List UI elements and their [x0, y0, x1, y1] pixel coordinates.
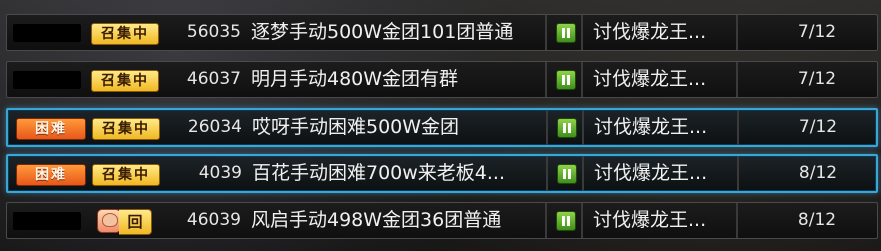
return-player-icon	[97, 209, 121, 233]
team-name: 明月手动480W金团有群	[251, 68, 459, 90]
team-row-selected[interactable]: 困难 召集中 4039 百花手动困难700w来老板4... 讨伐爆龙王... 8…	[6, 154, 878, 193]
return-label: 回	[119, 209, 152, 235]
member-count: 7/12	[797, 22, 837, 42]
column-separator	[545, 15, 547, 50]
team-name: 逐梦手动500W金团101团普通	[251, 21, 514, 43]
column-separator	[736, 203, 738, 238]
quest-name: 讨伐爆龙王...	[593, 21, 707, 43]
team-name: 百花手动困难700w来老板4...	[252, 162, 506, 184]
team-row-selected[interactable]: 困难 召集中 26034 哎呀手动困难500W金团 讨伐爆龙王... 7/12	[6, 108, 878, 147]
team-row[interactable]: 召集中 56035 逐梦手动500W金团101团普通 讨伐爆龙王... 7/12	[6, 14, 878, 51]
recruiting-badge: 召集中	[91, 70, 159, 92]
column-separator	[737, 110, 739, 145]
quest-name: 讨伐爆龙王...	[593, 68, 707, 90]
difficulty-badge	[13, 24, 81, 42]
difficulty-badge	[13, 71, 81, 89]
quest-name: 讨伐爆龙王...	[594, 116, 708, 138]
column-separator	[546, 156, 548, 191]
return-player-badge: 回	[97, 208, 155, 235]
column-separator	[581, 203, 583, 238]
team-row[interactable]: 回 46039 风启手动498W金团36团普通 讨伐爆龙王... 8/12	[6, 202, 878, 239]
recruiting-badge: 召集中	[91, 23, 159, 45]
team-name: 风启手动498W金团36团普通	[251, 209, 502, 231]
member-count: 8/12	[798, 163, 838, 183]
pause-icon	[556, 70, 576, 90]
team-id: 26034	[187, 117, 242, 137]
column-separator	[582, 156, 584, 191]
column-separator	[545, 62, 547, 97]
member-count: 7/12	[798, 117, 838, 137]
pause-icon	[556, 211, 576, 231]
column-separator	[581, 62, 583, 97]
difficulty-badge: 困难	[16, 164, 86, 186]
member-count: 7/12	[797, 69, 837, 89]
team-id: 46039	[186, 210, 241, 230]
team-id: 4039	[198, 163, 242, 183]
column-separator	[545, 203, 547, 238]
column-separator	[736, 15, 738, 50]
recruiting-badge: 召集中	[92, 164, 160, 186]
team-name: 哎呀手动困难500W金团	[252, 116, 460, 138]
quest-name: 讨伐爆龙王...	[593, 209, 707, 231]
quest-name: 讨伐爆龙王...	[594, 162, 708, 184]
member-count: 8/12	[797, 210, 837, 230]
team-id: 56035	[186, 22, 241, 42]
column-separator	[736, 62, 738, 97]
team-id: 46037	[186, 69, 241, 89]
recruiting-badge: 召集中	[92, 118, 160, 140]
pause-icon	[556, 23, 576, 43]
difficulty-badge: 困难	[16, 118, 86, 140]
pause-icon	[557, 164, 577, 184]
pause-icon	[557, 118, 577, 138]
column-separator	[737, 156, 739, 191]
team-row[interactable]: 召集中 46037 明月手动480W金团有群 讨伐爆龙王... 7/12	[6, 61, 878, 98]
column-separator	[582, 110, 584, 145]
column-separator	[546, 110, 548, 145]
team-list: 召集中 56035 逐梦手动500W金团101团普通 讨伐爆龙王... 7/12…	[0, 0, 881, 251]
column-separator	[581, 15, 583, 50]
difficulty-badge	[13, 212, 81, 230]
